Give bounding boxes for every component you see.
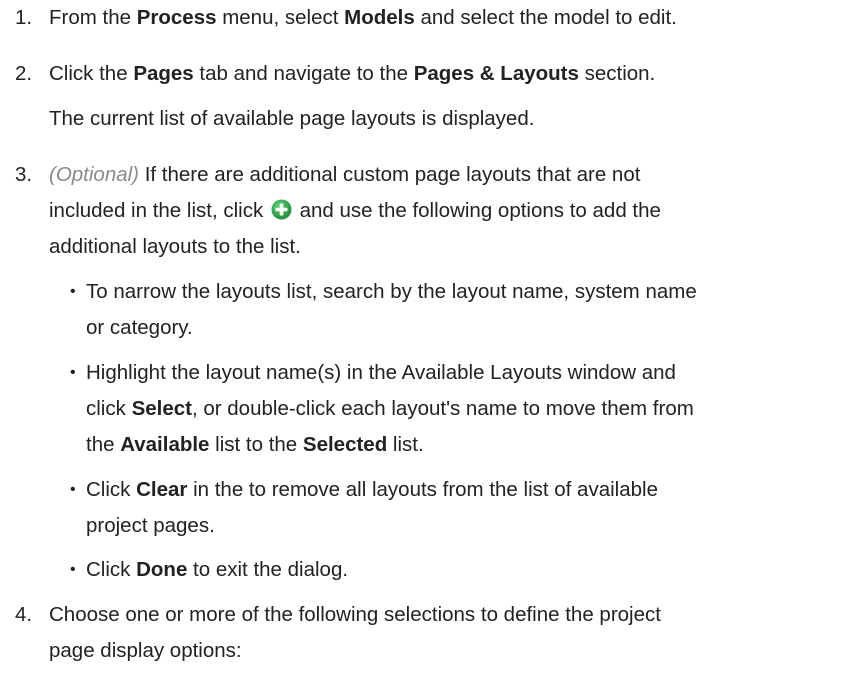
- step-4-line-2: page display options:: [49, 639, 242, 662]
- button-name-clear: Clear: [136, 478, 188, 501]
- step-2-text: Click the Pages tab and navigate to the …: [49, 62, 656, 85]
- step-3-line-2: included in the list, click and use the …: [49, 199, 661, 222]
- tab-name-pages: Pages: [133, 62, 194, 85]
- step-3-line-3: additional layouts to the list.: [49, 235, 301, 258]
- help-document: 1. From the Process menu, select Models …: [0, 0, 851, 694]
- step-number: 1.: [15, 6, 33, 29]
- step-number: 2.: [15, 62, 33, 85]
- step-3-line-1: (Optional) If there are additional custo…: [49, 163, 641, 186]
- button-name-select: Select: [131, 397, 192, 420]
- plus-circle-icon: [271, 199, 292, 220]
- bullet-1-line-1: To narrow the layouts list, search by th…: [86, 280, 697, 303]
- bullet-3-line-1: Click Clear in the to remove all layouts…: [86, 478, 658, 501]
- step-number: 3.: [15, 163, 33, 186]
- bullet-4-line-1: Click Done to exit the dialog.: [86, 558, 349, 581]
- bullet-2-line-2: click Select, or double-click each layou…: [86, 397, 694, 420]
- bullet-marker: •: [70, 561, 76, 578]
- list-name-selected: Selected: [302, 433, 388, 456]
- bullet-1-line-2: or category.: [86, 316, 193, 339]
- bullet-marker: •: [70, 283, 76, 300]
- list-name-available: Available: [120, 433, 210, 456]
- bullet-marker: •: [70, 481, 76, 498]
- step-4-line-1: Choose one or more of the following sele…: [49, 603, 661, 626]
- bullet-marker: •: [70, 364, 76, 381]
- section-name-pages-layouts: Pages & Layouts: [413, 62, 579, 85]
- step-2-note: The current list of available page layou…: [49, 107, 535, 130]
- menu-name-process: Process: [136, 6, 217, 29]
- step-1-text: From the Process menu, select Models and…: [49, 6, 677, 29]
- button-name-done: Done: [136, 558, 188, 581]
- bullet-3-line-2: project pages.: [86, 514, 215, 537]
- menu-item-models: Models: [344, 6, 415, 29]
- optional-label: (Optional): [49, 163, 140, 186]
- bullet-2-line-3: the Available list to the Selected list.: [86, 433, 424, 456]
- step-number: 4.: [15, 603, 33, 626]
- bullet-2-line-1: Highlight the layout name(s) in the Avai…: [86, 361, 676, 384]
